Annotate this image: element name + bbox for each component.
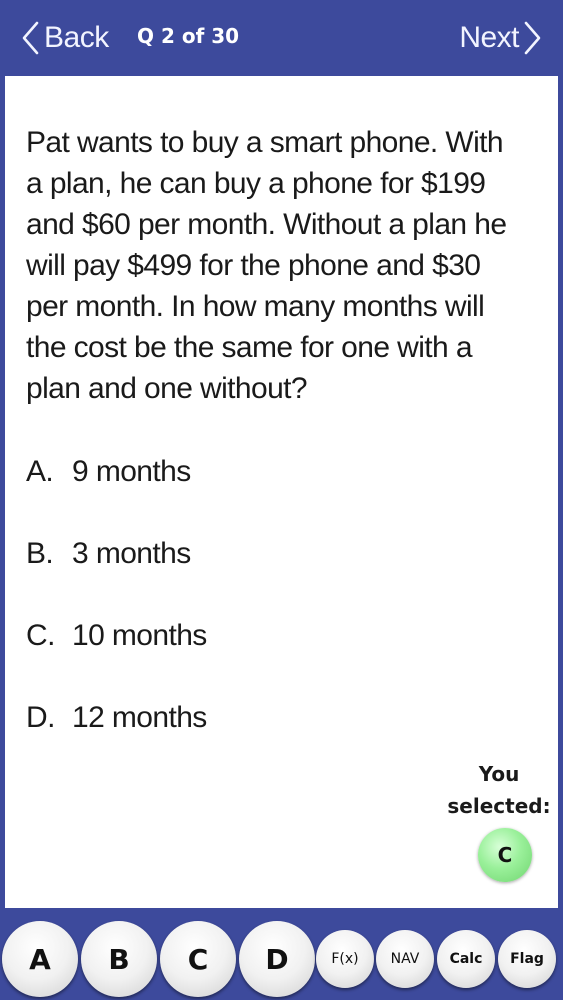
option-d[interactable]: D. 12 months (26, 696, 446, 778)
you-selected-line1: You (478, 762, 520, 786)
top-nav-bar: Back Q 2 of 30 Next (0, 0, 563, 76)
chevron-right-icon (524, 21, 541, 55)
answer-d-button[interactable]: D (239, 921, 315, 997)
back-label: Back (44, 21, 109, 54)
option-letter: C. (26, 619, 55, 652)
option-b[interactable]: B. 3 months (26, 532, 446, 614)
fx-button[interactable]: F(x) (316, 930, 374, 988)
answer-c-button[interactable]: C (160, 921, 236, 997)
next-label: Next (459, 21, 519, 54)
option-text: 9 months (72, 455, 191, 488)
option-a[interactable]: A. 9 months (26, 450, 446, 532)
answer-options: A. 9 months B. 3 months C. 10 months D. … (26, 450, 446, 778)
calc-button[interactable]: Calc (437, 930, 495, 988)
option-text: 10 months (72, 619, 207, 652)
you-selected-label: You selected: (436, 758, 562, 822)
option-text: 12 months (72, 701, 207, 734)
next-button[interactable]: Next (459, 16, 543, 60)
back-button[interactable]: Back (20, 16, 109, 60)
option-text: 3 months (72, 537, 191, 570)
question-text: Pat wants to buy a smart phone. With a p… (26, 126, 507, 405)
option-letter: D. (26, 701, 55, 734)
selected-answer-badge: C (478, 828, 532, 882)
option-letter: B. (26, 537, 54, 570)
you-selected-line2: selected: (447, 794, 551, 818)
option-letter: A. (26, 455, 54, 488)
answer-b-button[interactable]: B (81, 921, 157, 997)
nav-button[interactable]: NAV (376, 930, 434, 988)
option-c[interactable]: C. 10 months (26, 614, 446, 696)
chevron-left-icon (22, 21, 39, 55)
flag-button[interactable]: Flag (498, 930, 556, 988)
question-counter: Q 2 of 30 (137, 24, 240, 48)
answer-a-button[interactable]: A (2, 921, 78, 997)
